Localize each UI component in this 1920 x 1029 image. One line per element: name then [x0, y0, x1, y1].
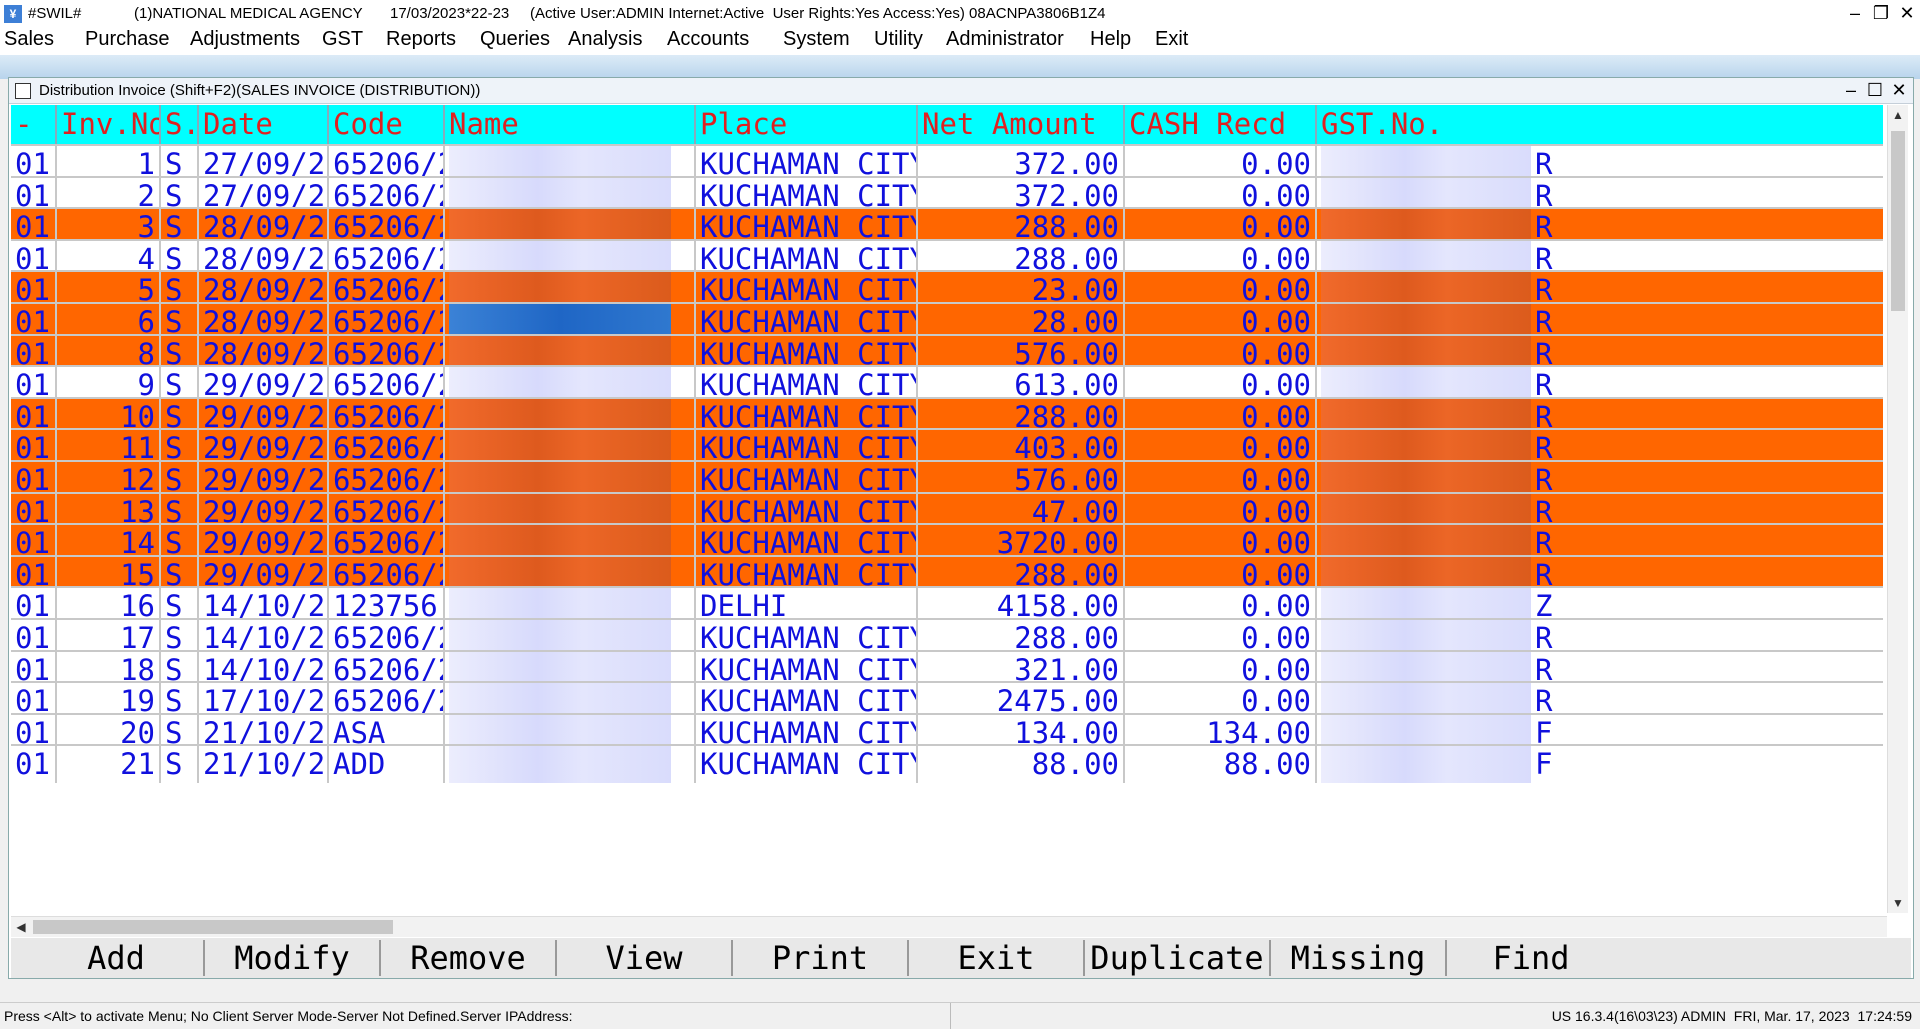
- mdi-background: [0, 55, 1920, 79]
- cell-series[interactable]: S: [161, 746, 199, 784]
- add-button[interactable]: Add: [29, 940, 205, 976]
- restore-icon[interactable]: ❐: [1868, 0, 1894, 26]
- menu-queries[interactable]: Queries: [480, 28, 550, 51]
- redacted-gst-number: [1321, 746, 1531, 784]
- view-button[interactable]: View: [557, 940, 733, 976]
- status-bar: Press <Alt> to activate Menu; No Client …: [0, 1002, 1920, 1029]
- col-header-date[interactable]: Date: [199, 105, 329, 144]
- missing-button[interactable]: Missing: [1271, 940, 1447, 976]
- scroll-down-icon[interactable]: ▼: [1888, 893, 1908, 913]
- cell-code[interactable]: ADD: [329, 746, 445, 784]
- exit-button[interactable]: Exit: [909, 940, 1085, 976]
- gst-type: F: [1535, 747, 1553, 782]
- col-header-net-amount[interactable]: Net Amount: [918, 105, 1125, 144]
- app-icon: ¥: [4, 4, 22, 23]
- menu-adjustments[interactable]: Adjustments: [190, 28, 300, 51]
- company-name: (1)NATIONAL MEDICAL AGENCY: [134, 5, 363, 22]
- status-info: US 16.3.4(16\03\23) ADMIN FRI, Mar. 17, …: [1551, 1008, 1912, 1024]
- cell-date[interactable]: 21/10/22: [199, 746, 329, 784]
- find-button[interactable]: Find: [1447, 940, 1615, 976]
- cell-branch[interactable]: 01: [11, 746, 57, 784]
- col-header-gst-no[interactable]: GST.No.: [1317, 105, 1883, 144]
- invoice-window: Distribution Invoice (Shift+F2)(SALES IN…: [8, 77, 1914, 979]
- vertical-scrollbar[interactable]: ▲ ▼: [1887, 105, 1908, 913]
- app-name: #SWIL#: [28, 5, 82, 22]
- cell-inv-no[interactable]: 21: [57, 746, 161, 784]
- col-header-inv-no[interactable]: Inv.No: [57, 105, 161, 144]
- cell-place[interactable]: KUCHAMAN CITY: [696, 746, 918, 784]
- col-header-name[interactable]: Name: [445, 105, 696, 144]
- menu-bar: Sales Purchase Adjustments GST Reports Q…: [0, 27, 1920, 55]
- col-header-branch[interactable]: -: [11, 105, 57, 144]
- menu-sales[interactable]: Sales: [4, 28, 54, 51]
- invoice-grid[interactable]: - Inv.No S. Date Code Name Place Net Amo…: [11, 105, 1883, 915]
- menu-administrator[interactable]: Administrator: [946, 28, 1064, 51]
- horizontal-scrollbar[interactable]: ◀: [11, 916, 1887, 937]
- scroll-up-icon[interactable]: ▲: [1888, 105, 1908, 125]
- duplicate-button[interactable]: Duplicate: [1085, 940, 1271, 976]
- close-icon[interactable]: ✕: [1894, 0, 1920, 26]
- remove-button[interactable]: Remove: [381, 940, 557, 976]
- child-minimize-icon[interactable]: –: [1839, 78, 1863, 102]
- redacted-name: [449, 746, 671, 784]
- print-button[interactable]: Print: [733, 940, 909, 976]
- vertical-scroll-thumb[interactable]: [1891, 131, 1905, 311]
- col-header-cash-recd[interactable]: CASH Recd: [1125, 105, 1317, 144]
- menu-purchase[interactable]: Purchase: [85, 28, 170, 51]
- menu-gst[interactable]: GST: [322, 28, 363, 51]
- cell-cash-recd[interactable]: 88.00: [1125, 746, 1317, 784]
- cell-gst-no[interactable]: F: [1317, 746, 1883, 784]
- child-maximize-icon[interactable]: ☐: [1863, 78, 1887, 102]
- status-divider: [950, 1003, 951, 1029]
- col-header-place[interactable]: Place: [696, 105, 918, 144]
- status-message: Press <Alt> to activate Menu; No Client …: [4, 1008, 573, 1024]
- session-datetime: 17/03/2023*22-23: [390, 5, 510, 22]
- cell-name[interactable]: [445, 746, 696, 784]
- invoice-window-titlebar: Distribution Invoice (Shift+F2)(SALES IN…: [9, 78, 1913, 104]
- menu-utility[interactable]: Utility: [874, 28, 923, 51]
- menu-accounts[interactable]: Accounts: [667, 28, 749, 51]
- session-status: (Active User:ADMIN Internet:Active User …: [530, 5, 1106, 22]
- menu-system[interactable]: System: [783, 28, 850, 51]
- document-icon: [15, 82, 31, 99]
- action-button-bar: Add Modify Remove View Print Exit Duplic…: [11, 938, 1911, 978]
- cell-net-amount[interactable]: 88.00: [918, 746, 1125, 784]
- col-header-series[interactable]: S.: [161, 105, 199, 144]
- minimize-icon[interactable]: –: [1842, 0, 1868, 26]
- modify-button[interactable]: Modify: [205, 940, 381, 976]
- menu-help[interactable]: Help: [1090, 28, 1131, 51]
- menu-analysis[interactable]: Analysis: [568, 28, 642, 51]
- invoice-window-title: Distribution Invoice (Shift+F2)(SALES IN…: [39, 82, 481, 99]
- scroll-left-icon[interactable]: ◀: [11, 917, 31, 937]
- menu-reports[interactable]: Reports: [386, 28, 456, 51]
- col-header-code[interactable]: Code: [329, 105, 445, 144]
- child-close-icon[interactable]: ✕: [1887, 78, 1911, 102]
- table-row[interactable]: 01 21 S 21/10/22 ADD KUCHAMAN CITY 88.00 88.00 F: [11, 744, 1883, 784]
- title-bar: ¥ #SWIL# (1)NATIONAL MEDICAL AGENCY 17/0…: [0, 0, 1920, 28]
- horizontal-scroll-thumb[interactable]: [33, 920, 393, 934]
- menu-exit[interactable]: Exit: [1155, 28, 1188, 51]
